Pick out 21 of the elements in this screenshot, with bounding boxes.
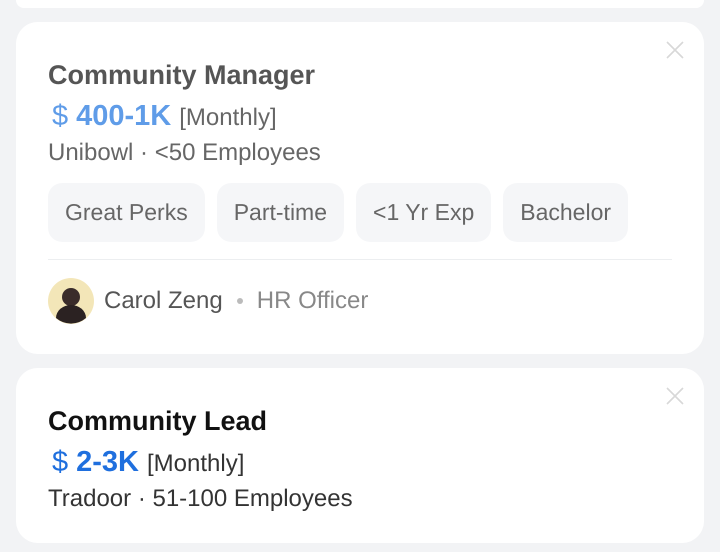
avatar-icon [48,278,94,324]
recruiter-role: HR Officer [256,287,368,315]
company-info: Tradoor · 51-100 Employees [48,485,354,513]
job-card[interactable]: Community Manager $ 400-1K [Monthly] Unibowl · <50 Employees Great Perks Part-time <1 Yr Exp Bachelor Carol Zeng HR Officer [16,22,704,354]
close-icon[interactable] [666,41,684,59]
pay-period: [Monthly] [147,450,244,478]
salary-range: 400-1K [76,100,172,133]
job-title: Community Lead [48,405,268,438]
pay-period: [Monthly] [179,104,277,132]
job-card[interactable]: Community Lead $ 2-3K [Monthly] Tradoor · 51-100 Employees [16,368,704,543]
job-tag: Bachelor [503,183,628,242]
currency-symbol: $ [52,100,68,133]
job-tag: Part-time [216,183,344,242]
salary-range: 2-3K [76,446,139,479]
company-info: Unibowl · <50 Employees [48,139,322,167]
currency-symbol: $ [52,446,68,479]
job-title: Community Manager [48,59,316,92]
job-tag: <1 Yr Exp [356,183,492,242]
recruiter-name: Carol Zeng [104,287,223,315]
job-tag: Great Perks [48,183,205,242]
close-icon[interactable] [666,387,684,405]
